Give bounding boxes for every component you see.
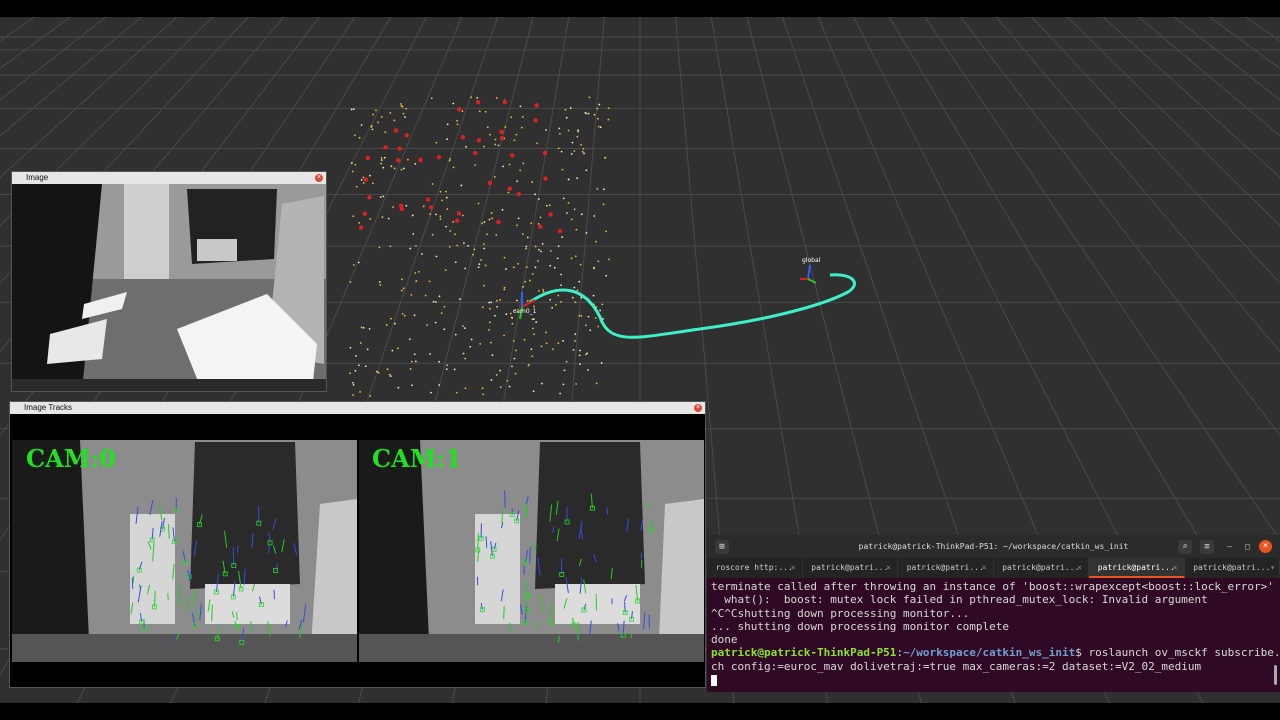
close-icon[interactable]: ×	[1077, 558, 1082, 578]
tab-label: roscore http:...	[715, 563, 793, 572]
frame-label-a: cam0_1	[513, 308, 537, 315]
terminal-title: patrick@patrick-ThinkPad-P51: ~/workspac…	[858, 542, 1129, 551]
image-window[interactable]: Image ×	[12, 172, 326, 391]
chevron-down-icon[interactable]: ▾	[1270, 558, 1275, 578]
image-window-titlebar[interactable]: Image ×	[12, 172, 326, 184]
terminal-cursor[interactable]	[711, 673, 1276, 686]
image-tracks-title: Image Tracks	[24, 403, 73, 412]
image-tracks-titlebar[interactable]: Image Tracks ×	[10, 402, 705, 414]
terminal-tab[interactable]: patrick@patri... ×	[994, 558, 1089, 578]
tracks-canvas: CAM:0 CAM:1	[10, 414, 705, 687]
maximize-icon[interactable]: □	[1245, 535, 1250, 558]
terminal-window[interactable]: ⊞ patrick@patrick-ThinkPad-P51: ~/worksp…	[707, 535, 1280, 692]
terminal-titlebar[interactable]: ⊞ patrick@patrick-ThinkPad-P51: ~/worksp…	[707, 535, 1280, 558]
terminal-output[interactable]: terminate called after throwing an insta…	[707, 578, 1280, 688]
terminal-tab[interactable]: patrick@patri... ▾	[1185, 558, 1280, 578]
camera-image	[12, 184, 326, 391]
new-tab-icon[interactable]: ⊞	[715, 540, 729, 554]
search-icon[interactable]: ⌕	[1178, 540, 1192, 554]
terminal-line: terminate called after throwing an insta…	[711, 580, 1274, 593]
tab-label: patrick@patri...	[1002, 563, 1080, 572]
command-text: $ roslaunch ov_msckf subscribe.laun	[1075, 646, 1280, 660]
image-window-title: Image	[26, 173, 49, 182]
terminal-tabs: roscore http:... × patrick@patri... × patr…	[707, 558, 1280, 578]
feature-point-cloud	[349, 96, 610, 397]
close-icon[interactable]: ×	[886, 558, 891, 578]
cam0-label: CAM:0	[26, 444, 116, 473]
close-icon[interactable]: ×	[1259, 540, 1272, 553]
tab-label: patrick@patri...	[1097, 563, 1175, 572]
tab-label: patrick@patri...	[906, 563, 984, 572]
cam1-label: CAM:1	[372, 444, 462, 473]
tab-label: patrick@patri...	[811, 563, 889, 572]
command-continuation: ch config:=euroc_mav dolivetraj:=true ma…	[711, 659, 1202, 673]
frame-label-b: global	[802, 257, 821, 264]
close-icon[interactable]: ×	[791, 558, 796, 578]
trajectory-path	[529, 273, 856, 339]
prompt-user: patrick@patrick-ThinkPad-P51	[711, 646, 897, 660]
terminal-line: ... shutting down processing monitor com…	[711, 619, 1010, 633]
terminal-line: what(): boost: mutex lock failed in pthr…	[711, 593, 1208, 607]
close-icon[interactable]: ×	[1173, 558, 1178, 578]
terminal-scrollbar[interactable]	[1274, 665, 1277, 685]
terminal-tab[interactable]: patrick@patri... ×	[803, 558, 898, 578]
menu-icon[interactable]: ≡	[1200, 540, 1214, 554]
terminal-line: ^C^Cshutting down processing monitor...	[711, 606, 970, 620]
image-tracks-window[interactable]: Image Tracks × CAM:0 CAM:1	[10, 402, 705, 687]
close-icon[interactable]: ×	[694, 404, 702, 412]
close-icon[interactable]: ×	[982, 558, 987, 578]
close-icon[interactable]: ×	[315, 174, 323, 182]
minimize-icon[interactable]: –	[1227, 535, 1232, 558]
terminal-tab-active[interactable]: patrick@patri... ×	[1089, 558, 1185, 578]
terminal-prompt-line: patrick@patrick-ThinkPad-P51:~/workspace…	[711, 646, 1280, 660]
tab-label: patrick@patri...	[1193, 563, 1271, 572]
prompt-path: ~/workspace/catkin_ws_init	[903, 646, 1076, 660]
terminal-tab[interactable]: roscore http:... ×	[707, 558, 803, 578]
terminal-tab[interactable]: patrick@patri... ×	[898, 558, 994, 578]
terminal-line: done	[711, 633, 738, 647]
